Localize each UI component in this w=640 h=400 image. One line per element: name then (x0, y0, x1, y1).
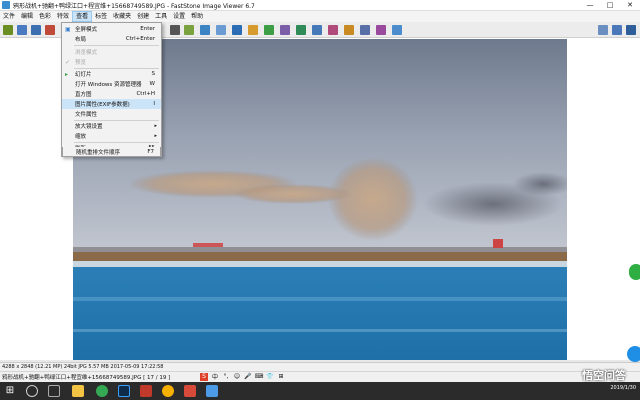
windows-start-icon[interactable]: ⊞ (4, 385, 16, 397)
menu-file[interactable]: 文件 (0, 11, 18, 22)
menu-favorites[interactable]: 收藏夹 (110, 11, 134, 22)
menu-tools[interactable]: 工具 (152, 11, 170, 22)
fullscreen-icon: ▣ (65, 25, 71, 33)
app-icon-red[interactable] (184, 385, 196, 397)
chrome-icon[interactable] (162, 385, 174, 397)
capture-icon[interactable] (392, 25, 402, 35)
toolbox-icon[interactable]: ⊞ (277, 373, 285, 381)
submenu-arrow-icon: ▸ (154, 123, 157, 129)
keyboard-icon[interactable]: ⌨ (255, 373, 264, 381)
watermark: 悟空问答 (582, 369, 626, 382)
punctuation-icon[interactable]: °, (222, 373, 230, 381)
compare-icon[interactable] (280, 25, 290, 35)
floating-green-button[interactable] (629, 264, 640, 280)
wallpaper-icon[interactable] (328, 25, 338, 35)
faststone-icon[interactable] (140, 385, 152, 397)
effects-icon[interactable] (248, 25, 258, 35)
menu-create[interactable]: 创建 (134, 11, 152, 22)
title-bar: 鸦形战机+驰翻+鸭绿江口+程宜维+15668749589.JPG - FastS… (0, 0, 640, 11)
menu-view[interactable]: 查看 (72, 11, 93, 22)
adjust-icon[interactable] (216, 25, 226, 35)
check-icon: ✓ (65, 58, 71, 66)
levels-icon[interactable] (232, 25, 242, 35)
menu-item-magnifier-settings[interactable]: 放大镜设置 ▸ (62, 121, 161, 131)
language-icon[interactable]: 中 (211, 373, 219, 381)
skin-icon[interactable]: 👕 (266, 373, 274, 381)
menu-item-shuffle[interactable]: 随机重排文件顺序 F7 (62, 147, 161, 157)
slideshow-icon[interactable] (264, 25, 274, 35)
menu-bar: 文件 编辑 色彩 特效 查看 标签 收藏夹 创建 工具 设置 帮助 (0, 11, 640, 22)
menu-effects[interactable]: 特效 (54, 11, 72, 22)
fullscreen-icon[interactable] (626, 25, 636, 35)
file-explorer-icon[interactable] (72, 385, 84, 397)
file-status-bar: 鸦形战机+驰翻+鸭绿江口+程宜维+15668749589.JPG [ 17 / … (0, 371, 640, 382)
emoji-icon[interactable]: ☺ (233, 373, 241, 381)
print-icon[interactable] (312, 25, 322, 35)
taskbar: ⊞ (0, 382, 640, 400)
minimize-button[interactable]: — (580, 0, 600, 11)
menu-help[interactable]: 帮助 (188, 11, 206, 22)
ime-toolbar: S 中 °, ☺ 🎤 ⌨ 👕 ⊞ (200, 371, 285, 382)
sogou-icon[interactable]: S (200, 372, 208, 381)
menu-edit[interactable]: 编辑 (18, 11, 36, 22)
menu-color[interactable]: 色彩 (36, 11, 54, 22)
browser-icon[interactable] (96, 385, 108, 397)
menu-item-preview: ✓ 预览 (65, 58, 87, 67)
rotate-icon[interactable] (170, 25, 180, 35)
maximize-button[interactable]: □ (600, 0, 620, 11)
open-icon[interactable] (17, 25, 27, 35)
menu-item-zoom[interactable]: 缩放 ▸ (62, 131, 161, 141)
crop-icon[interactable] (184, 25, 194, 35)
menu-separator (74, 45, 159, 46)
scan-icon[interactable] (376, 25, 386, 35)
batch-icon[interactable] (344, 25, 354, 35)
resize-icon[interactable] (200, 25, 210, 35)
menu-item-browse-mode: 浏览模式 (75, 50, 98, 56)
image-info-text: 4288 x 2848 (12.21 MP) 24bit JPG 5.57 MB… (2, 364, 164, 370)
window-title: 鸦形战机+驰翻+鸭绿江口+程宜维+15668749589.JPG - FastS… (13, 2, 255, 10)
app-icon (2, 1, 10, 9)
menu-item-image-properties[interactable]: 图片属性(EXIF参数据) I (62, 99, 161, 109)
menu-tags[interactable]: 标签 (92, 11, 110, 22)
contact-sheet-icon[interactable] (360, 25, 370, 35)
task-view-icon[interactable] (48, 385, 60, 397)
floating-blue-button[interactable] (627, 346, 640, 362)
app-icon-blue[interactable] (206, 385, 218, 397)
image-info-bar: 4288 x 2848 (12.21 MP) 24bit JPG 5.57 MB… (0, 362, 640, 371)
menu-item-slideshow[interactable]: ▸ 幻灯片 S (62, 69, 161, 79)
menu-item-open-explorer[interactable]: 打开 Windows 资源管理器 W (62, 79, 161, 89)
menu-item-fullscreen[interactable]: ▣ 全屏模式 Enter (62, 24, 161, 34)
system-clock[interactable]: 2019/1/30 (610, 382, 636, 400)
photoshop-icon[interactable] (118, 385, 130, 397)
menu-item-layout[interactable]: 布局 Ctrl+Enter (62, 34, 161, 44)
thumbnails-icon[interactable] (612, 25, 622, 35)
close-button[interactable]: ✕ (620, 0, 640, 11)
clock-date: 2019/1/30 (610, 385, 636, 391)
microphone-icon[interactable]: 🎤 (244, 373, 252, 381)
menu-settings[interactable]: 设置 (170, 11, 188, 22)
menu-item-file-properties[interactable]: 文件属性 (62, 109, 161, 119)
layout-icon[interactable] (598, 25, 608, 35)
file-name-text: 鸦形战机+驰翻+鸭绿江口+程宜维+15668749589.JPG [ 17 / … (2, 375, 171, 381)
save-icon[interactable] (31, 25, 41, 35)
search-icon[interactable] (26, 385, 38, 397)
slideshow-icon: ▸ (65, 70, 69, 78)
folder-icon[interactable] (3, 25, 13, 35)
menu-item-histogram[interactable]: 直方图 Ctrl+H (62, 89, 161, 99)
email-icon[interactable] (296, 25, 306, 35)
delete-icon[interactable] (45, 25, 55, 35)
submenu-arrow-icon: ▸ (154, 133, 157, 139)
view-dropdown-menu: ▣ 全屏模式 Enter 布局 Ctrl+Enter 浏览模式 ✓ 预览 ▸ 幻… (61, 22, 162, 157)
